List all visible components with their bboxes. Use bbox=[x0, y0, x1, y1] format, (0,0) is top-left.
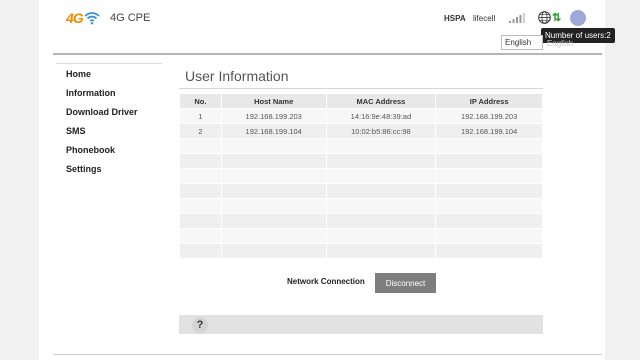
nav-item-sms[interactable]: SMS bbox=[66, 126, 86, 136]
empty-row bbox=[179, 183, 543, 199]
table-row: 2 192.168.199.104 10:02:b5:86:cc:98 192.… bbox=[179, 123, 543, 139]
network-type: HSPA bbox=[444, 14, 466, 23]
operator-name: lifecell bbox=[473, 14, 496, 23]
empty-row bbox=[179, 228, 543, 244]
col-header-mac-address: MAC Address bbox=[325, 93, 437, 109]
network-connection-label: Network Connection bbox=[287, 277, 365, 286]
help-icon[interactable]: ? bbox=[192, 317, 208, 333]
col-header-ip-address: IP Address bbox=[435, 93, 543, 109]
language-select[interactable]: English bbox=[501, 35, 543, 50]
product-name: 4G CPE bbox=[110, 12, 151, 24]
cell-no: 2 bbox=[179, 123, 222, 139]
col-header-no: No. bbox=[179, 93, 222, 109]
cell-mac-address: 14:16:9e:48:39:ad bbox=[325, 108, 437, 124]
language-ghost-text: English bbox=[547, 39, 574, 48]
cell-host-name: 192.168.199.203 bbox=[220, 108, 327, 124]
nav-item-information[interactable]: Information bbox=[66, 88, 116, 98]
cell-host-name: 192.168.199.104 bbox=[220, 123, 327, 139]
data-transfer-icon: ⇅ bbox=[552, 12, 562, 24]
nav-divider bbox=[56, 63, 162, 64]
wifi-icon bbox=[84, 12, 100, 25]
table-body: 1 192.168.199.203 14:16:9e:48:39:ad 192.… bbox=[179, 108, 543, 259]
cell-ip-address: 192.168.199.203 bbox=[435, 108, 543, 124]
globe-icon[interactable] bbox=[538, 11, 551, 24]
users-icon[interactable] bbox=[570, 10, 586, 26]
empty-row bbox=[179, 198, 543, 214]
col-header-host-name: Host Name bbox=[220, 93, 327, 109]
nav-item-download-driver[interactable]: Download Driver bbox=[66, 107, 138, 117]
title-divider bbox=[179, 88, 543, 89]
page-container: 4G 4G CPE HSPA lifecell ⇅ Number of user… bbox=[39, 0, 615, 360]
empty-row bbox=[179, 138, 543, 154]
logo-4g-text: 4G bbox=[66, 10, 84, 26]
cell-no: 1 bbox=[179, 108, 222, 124]
empty-row bbox=[179, 213, 543, 229]
nav-item-settings[interactable]: Settings bbox=[66, 164, 102, 174]
cell-mac-address: 10:02:b5:86:cc:98 bbox=[325, 123, 437, 139]
footer-divider bbox=[53, 354, 602, 355]
header-divider bbox=[53, 53, 602, 55]
nav-item-home[interactable]: Home bbox=[66, 69, 91, 79]
empty-row bbox=[179, 168, 543, 184]
help-bar bbox=[179, 315, 543, 334]
nav-item-phonebook[interactable]: Phonebook bbox=[66, 145, 115, 155]
user-table: No. Host Name MAC Address IP Address 1 1… bbox=[179, 93, 543, 259]
table-row: 1 192.168.199.203 14:16:9e:48:39:ad 192.… bbox=[179, 108, 543, 124]
logo: 4G bbox=[66, 10, 100, 26]
disconnect-button[interactable]: Disconnect bbox=[375, 273, 436, 293]
page-title: User Information bbox=[185, 68, 289, 84]
table-header-row: No. Host Name MAC Address IP Address bbox=[179, 93, 543, 109]
empty-row bbox=[179, 153, 543, 169]
cell-ip-address: 192.168.199.104 bbox=[435, 123, 543, 139]
empty-row bbox=[179, 243, 543, 259]
signal-icon bbox=[509, 13, 525, 23]
